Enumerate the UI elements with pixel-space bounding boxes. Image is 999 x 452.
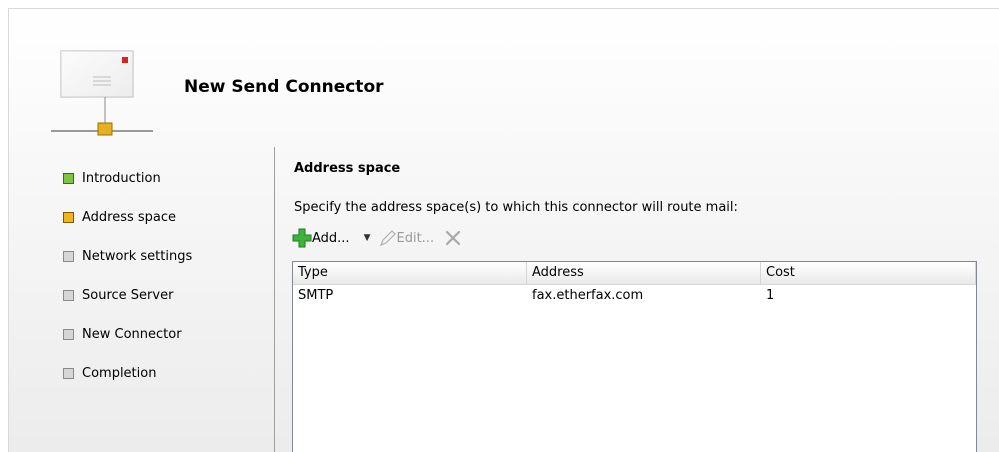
step-source-server: Source Server: [53, 276, 192, 315]
step-label: Address space: [82, 210, 177, 225]
wizard-title: New Send Connector: [184, 77, 384, 97]
step-completion: Completion: [53, 354, 192, 393]
step-pending-icon: [63, 251, 74, 262]
column-header-cost[interactable]: Cost: [761, 262, 976, 284]
column-header-type[interactable]: Type: [293, 262, 527, 284]
step-label: Network settings: [82, 249, 193, 264]
step-complete-icon: [63, 173, 74, 184]
add-button-label: Add...: [312, 230, 350, 246]
chevron-down-icon[interactable]: ▼: [364, 233, 371, 243]
address-space-list[interactable]: Type Address Cost SMTP fax.etherfax.com …: [292, 261, 977, 452]
step-network-settings: Network settings: [53, 237, 192, 276]
step-label: New Connector: [82, 327, 182, 342]
edit-button[interactable]: Edit...: [379, 227, 435, 249]
cell-type: SMTP: [298, 288, 334, 303]
address-toolbar: Add... ▼ Edit...: [292, 227, 462, 249]
list-header: Type Address Cost: [293, 262, 976, 285]
wizard-frame: New Send Connector Introduction Address …: [8, 8, 999, 452]
step-pending-icon: [63, 368, 74, 379]
remove-x-icon: [445, 230, 461, 246]
step-pending-icon: [63, 290, 74, 301]
table-row[interactable]: SMTP fax.etherfax.com 1: [293, 285, 976, 306]
step-label: Source Server: [82, 288, 174, 303]
step-address-space: Address space: [53, 198, 192, 237]
section-title: Address space: [294, 161, 401, 176]
edit-button-label: Edit...: [396, 230, 435, 246]
plus-icon: [292, 228, 312, 248]
cell-address: fax.etherfax.com: [532, 288, 644, 303]
section-description: Specify the address space(s) to which th…: [294, 200, 738, 215]
step-label: Introduction: [82, 171, 161, 186]
vertical-divider: [274, 147, 275, 452]
step-label: Completion: [82, 366, 157, 381]
send-connector-icon: [49, 47, 169, 143]
step-introduction: Introduction: [53, 159, 192, 198]
remove-button[interactable]: [444, 227, 462, 249]
step-pending-icon: [63, 329, 74, 340]
step-current-icon: [63, 212, 74, 223]
pencil-icon: [379, 230, 396, 247]
wizard-steps: Introduction Address space Network setti…: [53, 159, 192, 393]
cell-cost: 1: [766, 288, 775, 303]
column-header-address[interactable]: Address: [527, 262, 761, 284]
step-new-connector: New Connector: [53, 315, 192, 354]
add-button[interactable]: Add...: [292, 227, 350, 249]
